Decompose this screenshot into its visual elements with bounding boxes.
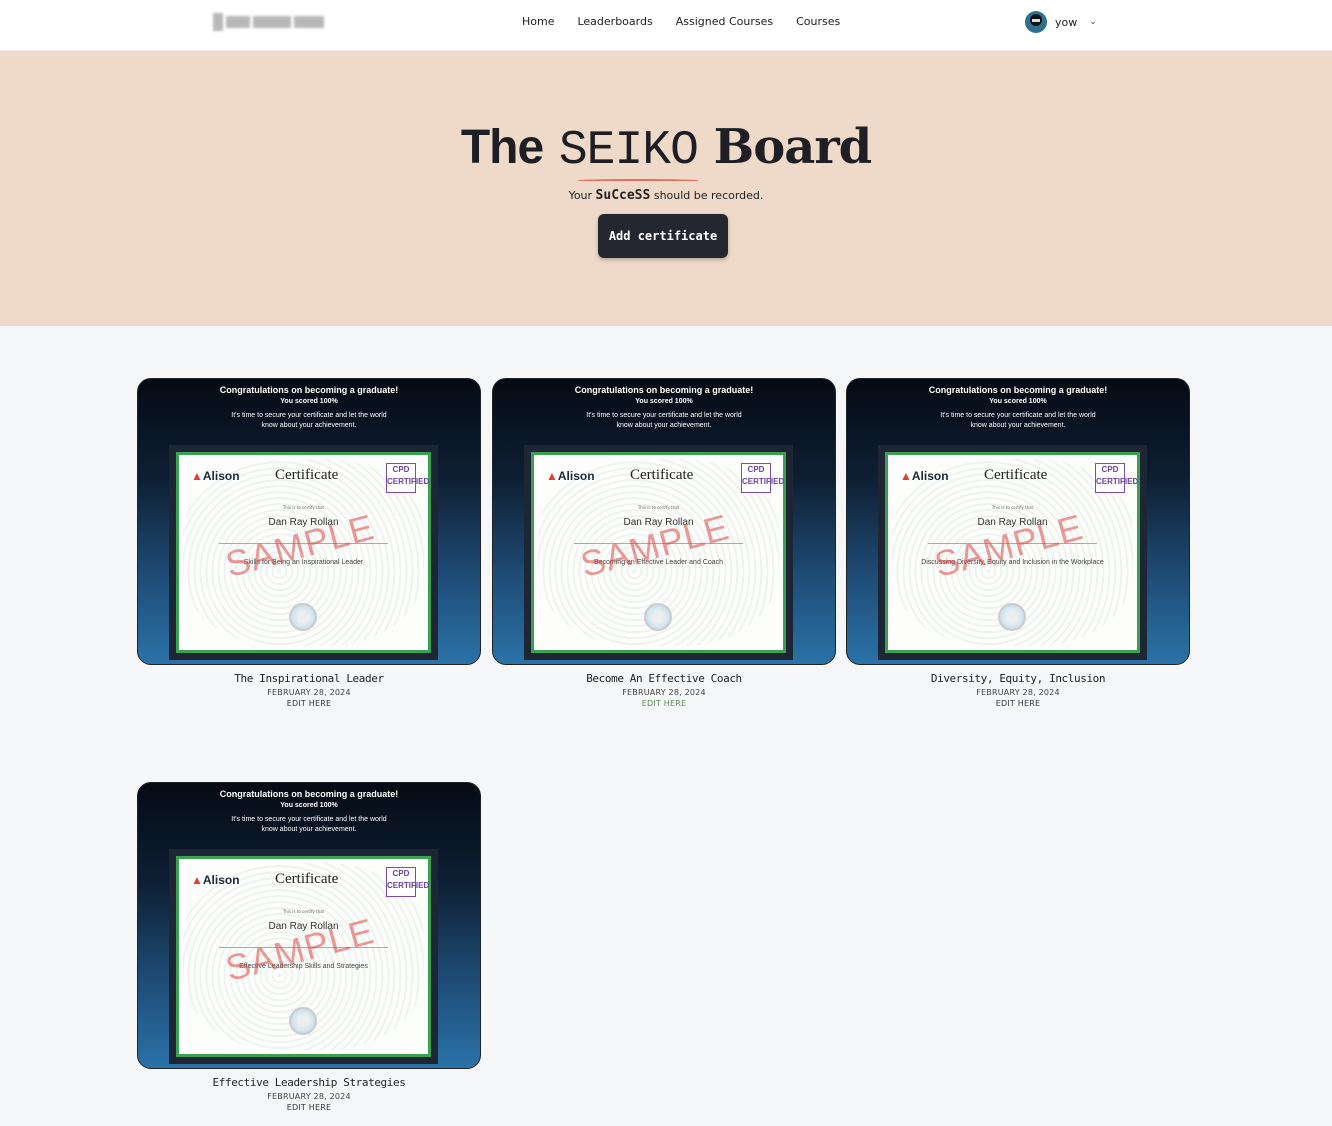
certificate-thumbnail[interactable]: Congratulations on becoming a graduate! … xyxy=(492,378,836,665)
thumbnail-score: You scored 100% xyxy=(635,398,693,405)
thumbnail-header: Congratulations on becoming a graduate! … xyxy=(138,385,480,431)
edit-link[interactable]: EDIT HERE xyxy=(846,699,1190,708)
hero-banner: The SEIKO Board Your SuCceSS should be r… xyxy=(0,51,1332,326)
edit-link[interactable]: EDIT HERE xyxy=(137,1103,481,1112)
tagline-pre: Your xyxy=(568,189,593,202)
title-underline xyxy=(577,179,699,182)
certificate-document: ▲Alison Certificate CPD CERTIFIED This i… xyxy=(531,452,786,653)
site-logo[interactable] xyxy=(213,8,337,36)
alison-logo: ▲Alison xyxy=(546,469,595,483)
seal-icon xyxy=(644,603,672,631)
thumbnail-heading: Congratulations on becoming a graduate! xyxy=(574,385,754,395)
certificate-document: ▲Alison Certificate CPD CERTIFIED This i… xyxy=(176,856,431,1057)
certificate-word: Certificate xyxy=(630,467,694,483)
certificate-frame: ▲Alison Certificate CPD CERTIFIED This i… xyxy=(524,445,793,660)
seal-icon xyxy=(289,603,317,631)
avatar xyxy=(1025,11,1047,33)
certificate-word: Certificate xyxy=(275,871,339,887)
certificate-frame: ▲Alison Certificate CPD CERTIFIED This i… xyxy=(878,445,1147,660)
card-title: The Inspirational Leader xyxy=(234,672,384,685)
certificate-word: Certificate xyxy=(984,467,1048,483)
logo-blur xyxy=(226,16,250,28)
tagline: Your SuCceSS should be recorded. xyxy=(0,188,1332,203)
tagline-emphasis: SuCceSS xyxy=(595,188,651,203)
certify-text: This is to certify that xyxy=(637,505,680,510)
thumbnail-score: You scored 100% xyxy=(989,398,1047,405)
card-date: FEBRUARY 28, 2024 xyxy=(622,688,706,697)
certificate-card: Congratulations on becoming a graduate! … xyxy=(492,378,836,708)
logo-blur xyxy=(294,16,324,28)
cpd-badge-icon: CPD CERTIFIED xyxy=(1095,463,1138,493)
thumbnail-heading: Congratulations on becoming a graduate! xyxy=(219,385,399,395)
title-the: The xyxy=(460,121,544,174)
chevron-down-icon: ⌄ xyxy=(1089,17,1097,27)
cpd-badge-icon: CPD CERTIFIED xyxy=(386,463,429,493)
user-menu[interactable]: yow ⌄ xyxy=(1025,11,1097,33)
certificate-document: ▲Alison Certificate CPD CERTIFIED This i… xyxy=(885,452,1140,653)
card-title: Diversity, Equity, Inclusion xyxy=(930,672,1106,685)
cpd-badge-icon: CPD CERTIFIED xyxy=(741,463,784,493)
nav-link-leaderboards[interactable]: Leaderboards xyxy=(577,15,652,28)
cpd-badge-icon: CPD CERTIFIED xyxy=(386,867,429,897)
edit-link[interactable]: EDIT HERE xyxy=(137,699,481,708)
title-seiko: SEIKO xyxy=(558,124,699,178)
card-title: Effective Leadership Strategies xyxy=(212,1076,406,1089)
thumbnail-subtext: It's time to secure your certificate and… xyxy=(586,412,742,429)
add-certificate-button[interactable]: Add certificate xyxy=(598,214,728,258)
certificate-frame: ▲Alison Certificate CPD CERTIFIED This i… xyxy=(169,445,438,660)
seal-icon xyxy=(998,603,1026,631)
logo-blur xyxy=(253,16,291,28)
thumbnail-heading: Congratulations on becoming a graduate! xyxy=(219,789,399,799)
page-title: The SEIKO Board xyxy=(0,119,1332,178)
certificate-card: Congratulations on becoming a graduate! … xyxy=(137,378,481,708)
certificate-thumbnail[interactable]: Congratulations on becoming a graduate! … xyxy=(137,782,481,1069)
title-board: Board xyxy=(713,119,873,175)
thumbnail-subtext: It's time to secure your certificate and… xyxy=(231,816,387,833)
nav-link-assigned-courses[interactable]: Assigned Courses xyxy=(676,15,773,28)
username: yow xyxy=(1055,15,1078,29)
alison-logo: ▲Alison xyxy=(191,873,240,887)
certify-text: This is to certify that xyxy=(991,505,1034,510)
logo-blur xyxy=(213,13,223,31)
tagline-post: should be recorded. xyxy=(653,189,764,202)
certify-text: This is to certify that xyxy=(282,505,325,510)
alison-logo: ▲Alison xyxy=(191,469,240,483)
certificate-card: Congratulations on becoming a graduate! … xyxy=(846,378,1190,708)
certificate-document: ▲Alison Certificate CPD CERTIFIED This i… xyxy=(176,452,431,653)
thumbnail-header: Congratulations on becoming a graduate! … xyxy=(493,385,835,431)
card-date: FEBRUARY 28, 2024 xyxy=(267,688,351,697)
thumbnail-subtext: It's time to secure your certificate and… xyxy=(231,412,387,429)
certificate-word: Certificate xyxy=(275,467,339,483)
seal-icon xyxy=(289,1007,317,1035)
card-date: FEBRUARY 28, 2024 xyxy=(976,688,1060,697)
thumbnail-score: You scored 100% xyxy=(280,802,338,809)
thumbnail-heading: Congratulations on becoming a graduate! xyxy=(928,385,1108,395)
card-title: Become An Effective Coach xyxy=(586,672,742,685)
thumbnail-score: You scored 100% xyxy=(280,398,338,405)
edit-link[interactable]: EDIT HERE xyxy=(492,699,836,708)
certify-text: This is to certify that xyxy=(282,909,325,914)
nav-link-courses[interactable]: Courses xyxy=(796,15,840,28)
certificate-thumbnail[interactable]: Congratulations on becoming a graduate! … xyxy=(137,378,481,665)
nav-links: Home Leaderboards Assigned Courses Cours… xyxy=(522,15,840,28)
certificate-thumbnail[interactable]: Congratulations on becoming a graduate! … xyxy=(846,378,1190,665)
thumbnail-header: Congratulations on becoming a graduate! … xyxy=(847,385,1189,431)
top-navbar: Home Leaderboards Assigned Courses Cours… xyxy=(0,0,1332,51)
alison-logo: ▲Alison xyxy=(900,469,949,483)
card-date: FEBRUARY 28, 2024 xyxy=(267,1092,351,1101)
thumbnail-header: Congratulations on becoming a graduate! … xyxy=(138,789,480,835)
certificate-card: Congratulations on becoming a graduate! … xyxy=(137,782,481,1112)
certificate-frame: ▲Alison Certificate CPD CERTIFIED This i… xyxy=(169,849,438,1064)
nav-link-home[interactable]: Home xyxy=(522,15,554,28)
thumbnail-subtext: It's time to secure your certificate and… xyxy=(940,412,1096,429)
